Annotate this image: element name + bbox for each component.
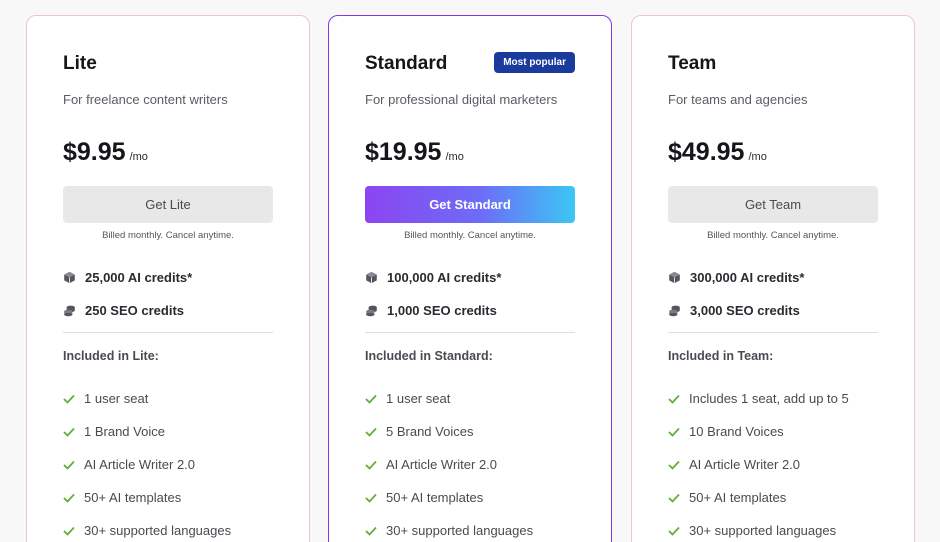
list-item: 50+ AI templates [365,481,533,514]
cube-icon [366,271,377,284]
plan-name: Lite [63,53,97,74]
feature-label: Includes 1 seat, add up to 5 [689,391,849,406]
get-lite-button[interactable]: Get Lite [63,186,273,223]
list-item: 30+ supported languages [668,514,849,542]
check-icon [668,493,680,503]
list-item: 50+ AI templates [668,481,849,514]
ai-credits-label: 300,000 AI credits* [690,270,805,285]
feature-label: 50+ AI templates [689,490,787,505]
get-team-button[interactable]: Get Team [668,186,878,223]
list-item: 1 user seat [63,382,231,415]
coins-icon [366,305,377,317]
plan-name: Standard [365,53,448,74]
seo-credits-label: 250 SEO credits [85,303,184,318]
ai-credits-label: 25,000 AI credits* [85,270,193,285]
feature-label: 30+ supported languages [386,523,534,538]
plan-name: Team [668,53,717,74]
seo-credits: 250 SEO credits [63,303,184,318]
plan-card-standard: Standard Most popular For professional d… [328,15,612,542]
check-icon [668,460,680,470]
check-icon [668,394,680,404]
ai-credits: 100,000 AI credits* [365,270,501,285]
divider [365,332,575,333]
check-icon [365,526,377,536]
list-item: AI Article Writer 2.0 [365,448,533,481]
coins-icon [669,305,680,317]
billing-note: Billed monthly. Cancel anytime. [102,230,234,241]
plan-description: For teams and agencies [668,92,808,107]
check-icon [63,460,75,470]
plan-price: $9.95 [63,138,126,166]
plan-description: For professional digital marketers [365,92,558,107]
list-item: Includes 1 seat, add up to 5 [668,382,849,415]
list-item: AI Article Writer 2.0 [63,448,231,481]
included-label: Included in Standard: [365,349,493,363]
feature-label: 30+ supported languages [84,523,232,538]
price-row: $49.95 /mo [668,138,767,167]
check-icon [63,394,75,404]
seo-credits: 1,000 SEO credits [365,303,497,318]
seo-credits: 3,000 SEO credits [668,303,800,318]
list-item: 1 user seat [365,382,533,415]
included-label: Included in Team: [668,349,774,363]
check-icon [63,526,75,536]
plan-description: For freelance content writers [63,92,228,107]
check-icon [63,493,75,503]
feature-list: 1 user seat 1 Brand Voice AI Article Wri… [63,382,231,542]
feature-label: 1 user seat [84,391,149,406]
feature-list: Includes 1 seat, add up to 5 10 Brand Vo… [668,382,849,542]
check-icon [365,427,377,437]
list-item: 10 Brand Voices [668,415,849,448]
plan-price: $49.95 [668,138,745,166]
feature-label: AI Article Writer 2.0 [689,457,801,472]
check-icon [63,427,75,437]
feature-label: 50+ AI templates [386,490,484,505]
feature-label: 50+ AI templates [84,490,182,505]
check-icon [668,427,680,437]
plan-card-lite: Lite For freelance content writers $9.95… [26,15,310,542]
billing-note: Billed monthly. Cancel anytime. [404,230,536,241]
get-standard-button[interactable]: Get Standard [365,186,575,223]
billing-note: Billed monthly. Cancel anytime. [707,230,839,241]
check-icon [365,493,377,503]
price-row: $19.95 /mo [365,138,464,167]
list-item: 30+ supported languages [365,514,533,542]
ai-credits: 300,000 AI credits* [668,270,804,285]
seo-credits-label: 3,000 SEO credits [690,303,800,318]
feature-label: AI Article Writer 2.0 [386,457,498,472]
price-period: /mo [129,151,148,163]
list-item: 30+ supported languages [63,514,231,542]
cube-icon [64,271,75,284]
divider [668,332,878,333]
list-item: AI Article Writer 2.0 [668,448,849,481]
check-icon [668,526,680,536]
feature-label: 1 Brand Voice [84,424,165,439]
check-icon [365,460,377,470]
ai-credits-label: 100,000 AI credits* [387,270,502,285]
feature-label: AI Article Writer 2.0 [84,457,196,472]
list-item: 1 Brand Voice [63,415,231,448]
check-icon [365,394,377,404]
list-item: 50+ AI templates [63,481,231,514]
feature-label: 10 Brand Voices [689,424,784,439]
seo-credits-label: 1,000 SEO credits [387,303,497,318]
ai-credits: 25,000 AI credits* [63,270,192,285]
price-row: $9.95 /mo [63,138,148,167]
cube-icon [669,271,680,284]
list-item: 5 Brand Voices [365,415,533,448]
plan-price: $19.95 [365,138,442,166]
price-period: /mo [748,151,767,163]
most-popular-badge: Most popular [494,52,575,73]
feature-label: 1 user seat [386,391,451,406]
feature-label: 30+ supported languages [689,523,837,538]
price-period: /mo [445,151,464,163]
divider [63,332,273,333]
plan-card-team: Team For teams and agencies $49.95 /mo G… [631,15,915,542]
feature-label: 5 Brand Voices [386,424,474,439]
included-label: Included in Lite: [63,349,159,363]
coins-icon [64,305,75,317]
feature-list: 1 user seat 5 Brand Voices AI Article Wr… [365,382,533,542]
